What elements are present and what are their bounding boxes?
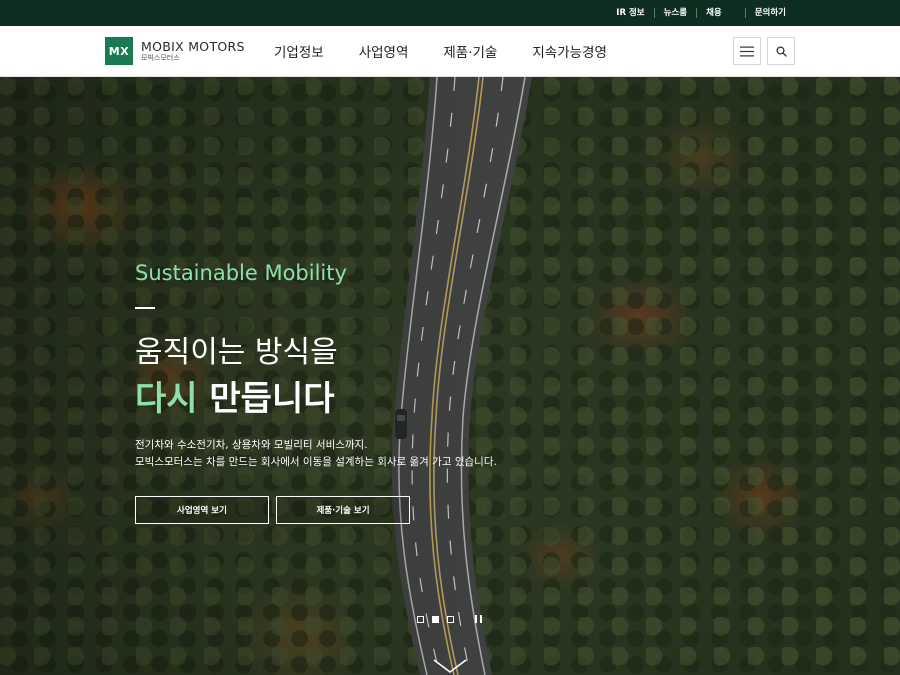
hero-banner: Sustainable Mobility 움직이는 방식을 다시 만듭니다 전기… xyxy=(0,77,900,675)
site-header: MX MOBIX MOTORS 모빅스모터스 기업정보 사업영역 제품·기술 지… xyxy=(0,26,900,77)
logo-text: MOBIX MOTORS 모빅스모터스 xyxy=(141,40,245,63)
brand-name: MOBIX MOTORS xyxy=(141,38,245,54)
slider-dot-2[interactable] xyxy=(432,615,439,623)
hero-eyebrow: Sustainable Mobility xyxy=(135,261,347,285)
logo-mark: MX xyxy=(105,37,133,65)
hero-headline-line2: 다시 만듭니다 xyxy=(135,371,335,420)
slider-controls xyxy=(417,615,482,623)
main-nav: 기업정보 사업영역 제품·기술 지속가능경영 xyxy=(274,26,642,76)
utility-link-careers[interactable]: 채용 xyxy=(696,8,731,18)
hero-description-line1: 전기차와 수소전기차, 상용차와 모빌리티 서비스까지. xyxy=(135,439,368,451)
hero-headline-rest: 만듭니다 xyxy=(197,379,335,419)
nav-item-business[interactable]: 사업영역 xyxy=(359,41,409,61)
hero-description: 전기차와 수소전기차, 상용차와 모빌리티 서비스까지. 모빅스모터스는 차를 … xyxy=(135,437,497,471)
chevron-down-icon[interactable] xyxy=(432,657,468,675)
utility-links: IR 정보 뉴스룸 채용 문의하기 xyxy=(607,0,795,26)
utility-link-contact[interactable]: 문의하기 xyxy=(744,8,795,18)
brand-sub: 모빅스모터스 xyxy=(141,53,180,62)
utility-bar: IR 정보 뉴스룸 채용 문의하기 xyxy=(0,0,900,26)
hero-headline-line1: 움직이는 방식을 xyxy=(135,335,338,370)
slider-dot-3[interactable] xyxy=(447,615,454,623)
nav-item-products[interactable]: 제품·기술 xyxy=(443,41,497,61)
hero-description-line2: 모빅스모터스는 차를 만드는 회사에서 이동을 설계하는 회사로 옮겨 가고 있… xyxy=(135,456,497,468)
pause-icon[interactable] xyxy=(475,615,482,623)
logo[interactable]: MX MOBIX MOTORS 모빅스모터스 xyxy=(105,37,245,65)
utility-link-ir[interactable]: IR 정보 xyxy=(607,8,653,18)
slider-dot-1[interactable] xyxy=(417,615,424,623)
search-icon xyxy=(775,45,787,57)
hamburger-menu-icon xyxy=(740,46,754,56)
utility-link-newsroom[interactable]: 뉴스룸 xyxy=(653,8,696,18)
nav-item-sustainability[interactable]: 지속가능경영 xyxy=(532,41,607,61)
search-button[interactable] xyxy=(767,37,795,65)
hero-divider xyxy=(135,307,155,309)
hero-headline-accent: 다시 xyxy=(135,379,198,419)
menu-button[interactable] xyxy=(733,37,761,65)
nav-item-company[interactable]: 기업정보 xyxy=(274,41,324,61)
products-cta-button[interactable]: 제품·기술 보기 xyxy=(276,496,410,524)
business-cta-button[interactable]: 사업영역 보기 xyxy=(135,496,269,524)
